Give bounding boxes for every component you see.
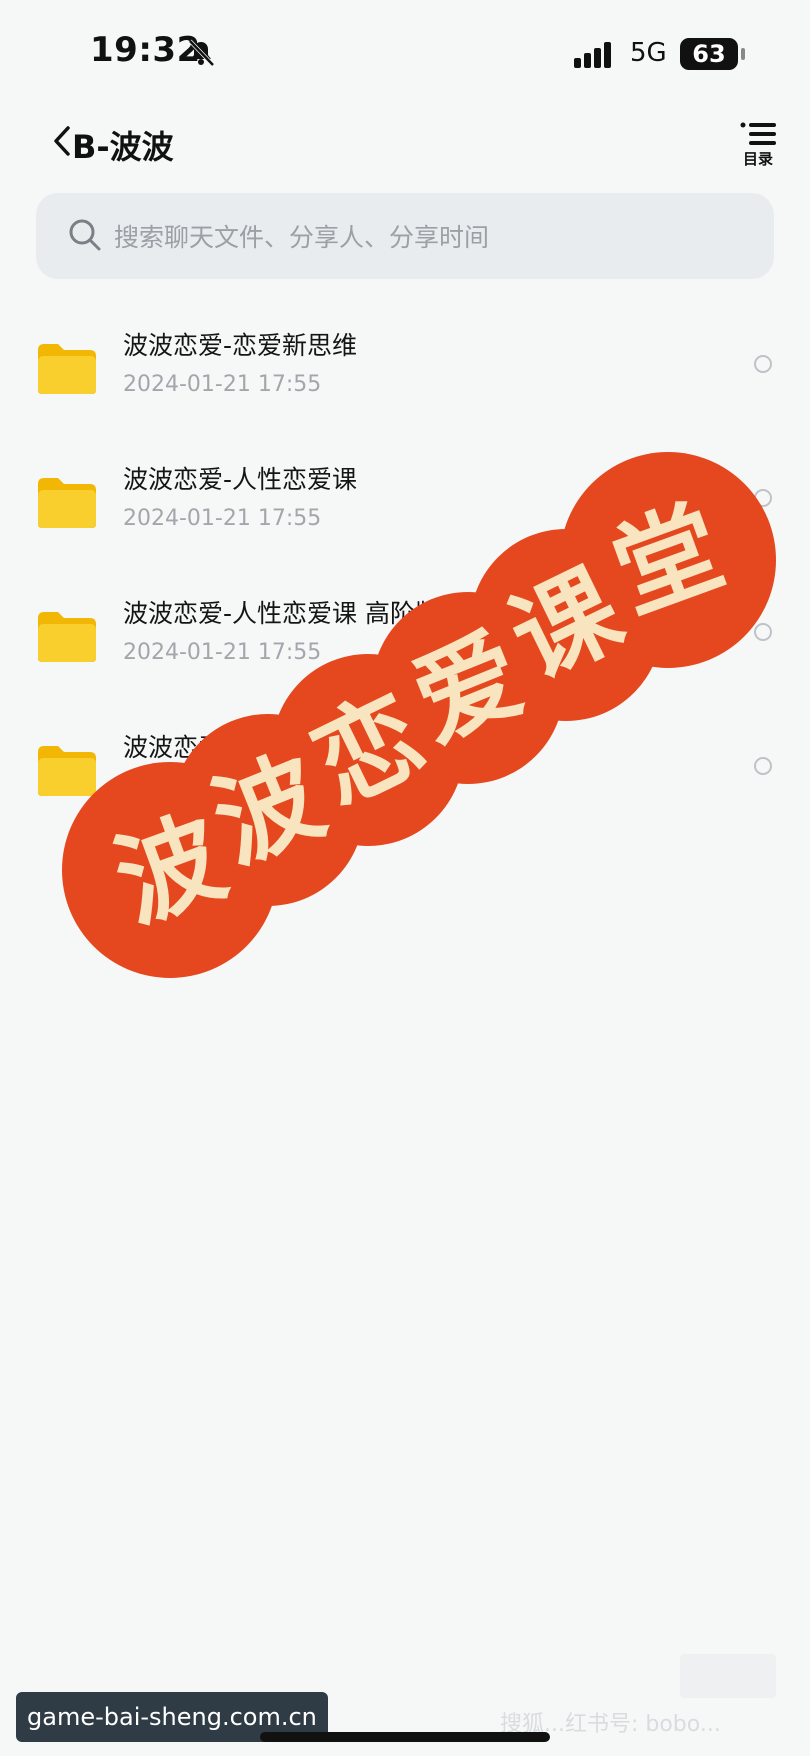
battery-indicator: 63 bbox=[680, 38, 745, 70]
file-date: 2024-01-21 17:55 bbox=[123, 506, 322, 531]
page-title: B-波波 bbox=[72, 128, 174, 166]
file-list-item[interactable]: 波波恋爱-人性恋爱课 2024-01-21 17:55 bbox=[0, 454, 810, 588]
file-list-item[interactable]: 波波恋爱 2024-0 bbox=[0, 722, 810, 856]
signal-icon bbox=[574, 42, 611, 68]
silent-bell-icon bbox=[188, 39, 215, 67]
faint-logo-box bbox=[680, 1654, 776, 1698]
file-date: 2024-01-21 17:55 bbox=[123, 640, 322, 665]
toc-label: 目录 bbox=[742, 150, 773, 168]
folder-icon bbox=[38, 612, 96, 662]
search-input[interactable] bbox=[112, 193, 756, 281]
file-name: 波波恋爱 bbox=[123, 733, 224, 762]
file-date: 2024-01-21 17:55 bbox=[123, 372, 322, 397]
file-list-item[interactable]: 波波恋爱-人性恋爱课 高阶版 2024-01-21 17:55 bbox=[0, 588, 810, 722]
folder-icon bbox=[38, 746, 96, 796]
list-icon bbox=[740, 122, 776, 145]
select-radio[interactable] bbox=[754, 355, 772, 373]
file-date: 2024-0 bbox=[123, 774, 201, 799]
select-radio[interactable] bbox=[754, 623, 772, 641]
select-radio[interactable] bbox=[754, 489, 772, 507]
back-chevron-icon[interactable] bbox=[50, 124, 74, 158]
home-indicator bbox=[260, 1732, 550, 1742]
status-time: 19:32 bbox=[90, 30, 201, 70]
file-name: 波波恋爱-恋爱新思维 bbox=[123, 331, 358, 360]
folder-icon bbox=[38, 344, 96, 394]
search-bar[interactable] bbox=[36, 193, 774, 281]
network-type: 5G bbox=[630, 38, 667, 68]
folder-icon bbox=[38, 478, 96, 528]
select-radio[interactable] bbox=[754, 757, 772, 775]
search-icon bbox=[69, 219, 101, 251]
file-name: 波波恋爱-人性恋爱课 bbox=[123, 465, 358, 494]
file-name: 波波恋爱-人性恋爱课 高阶版 bbox=[123, 599, 440, 628]
file-list-item[interactable]: 波波恋爱-恋爱新思维 2024-01-21 17:55 bbox=[0, 320, 810, 454]
toc-button[interactable]: 目录 bbox=[738, 122, 778, 168]
